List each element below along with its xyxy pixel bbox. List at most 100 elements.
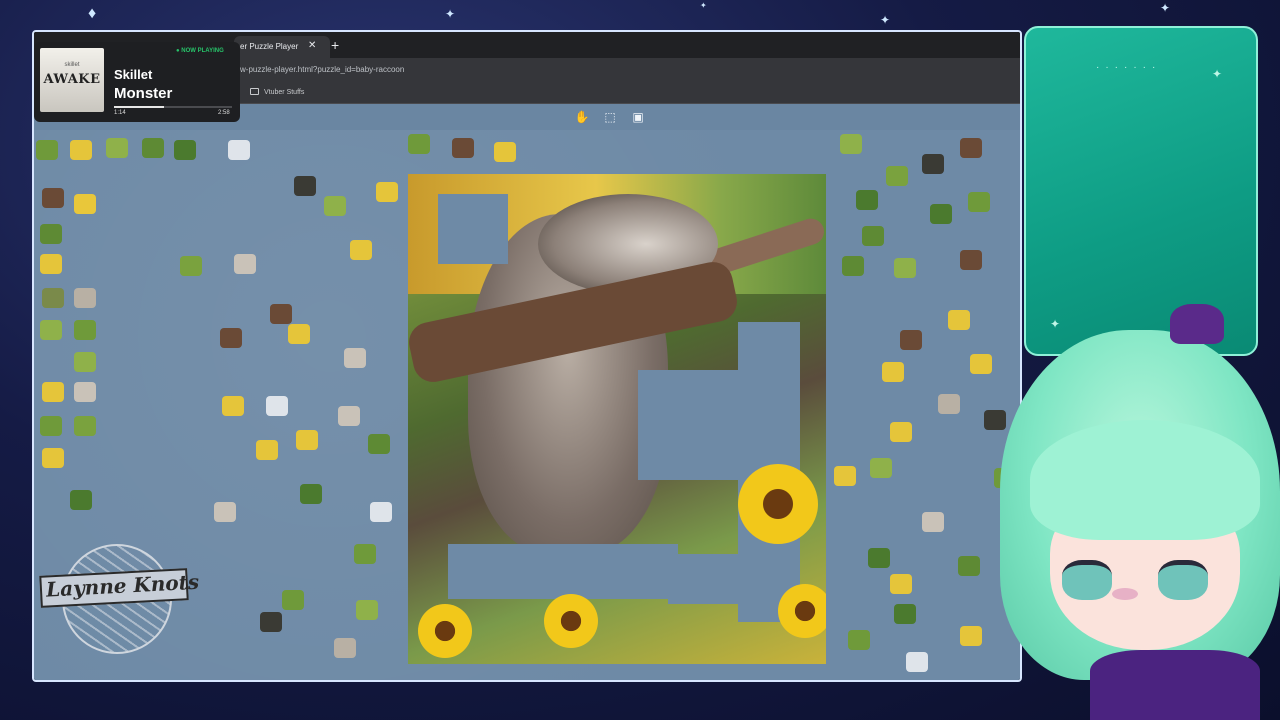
puzzle-piece[interactable] bbox=[36, 140, 58, 160]
puzzle-piece[interactable] bbox=[222, 396, 244, 416]
puzzle-piece[interactable] bbox=[42, 448, 64, 468]
puzzle-piece[interactable] bbox=[894, 258, 916, 278]
puzzle-piece[interactable] bbox=[938, 394, 960, 414]
puzzle-piece[interactable] bbox=[494, 142, 516, 162]
puzzle-piece[interactable] bbox=[70, 490, 92, 510]
flower-image bbox=[418, 604, 472, 658]
puzzle-piece[interactable] bbox=[900, 330, 922, 350]
puzzle-piece[interactable] bbox=[260, 612, 282, 632]
puzzle-piece[interactable] bbox=[74, 416, 96, 436]
playback-progress-bar bbox=[114, 106, 232, 108]
puzzle-piece[interactable] bbox=[70, 140, 92, 160]
puzzle-piece[interactable] bbox=[922, 512, 944, 532]
puzzle-board[interactable] bbox=[408, 174, 826, 664]
puzzle-piece[interactable] bbox=[960, 250, 982, 270]
puzzle-piece[interactable] bbox=[294, 176, 316, 196]
now-playing-badge: ● NOW PLAYING bbox=[176, 48, 224, 54]
album-band-text: skillet bbox=[64, 62, 80, 68]
puzzle-piece[interactable] bbox=[882, 362, 904, 382]
puzzle-piece[interactable] bbox=[890, 574, 912, 594]
sparkle-icon: ♦ bbox=[88, 5, 97, 22]
puzzle-piece[interactable] bbox=[842, 256, 864, 276]
empty-slot bbox=[668, 554, 748, 604]
empty-slot bbox=[638, 370, 742, 480]
album-cover: skillet AWAKE bbox=[40, 48, 104, 112]
puzzle-piece[interactable] bbox=[886, 166, 908, 186]
puzzle-piece[interactable] bbox=[862, 226, 884, 246]
puzzle-piece[interactable] bbox=[142, 138, 164, 158]
current-time: 1:14 bbox=[114, 110, 126, 116]
puzzle-piece[interactable] bbox=[74, 352, 96, 372]
puzzle-piece[interactable] bbox=[266, 396, 288, 416]
puzzle-piece[interactable] bbox=[984, 410, 1006, 430]
puzzle-piece[interactable] bbox=[174, 140, 196, 160]
puzzle-piece[interactable] bbox=[894, 604, 916, 624]
puzzle-piece[interactable] bbox=[870, 458, 892, 478]
puzzle-piece[interactable] bbox=[74, 194, 96, 214]
album-title-text: AWAKE bbox=[43, 72, 101, 87]
puzzle-piece[interactable] bbox=[74, 288, 96, 308]
puzzle-piece[interactable] bbox=[74, 320, 96, 340]
puzzle-piece[interactable] bbox=[370, 502, 392, 522]
bookmark-vtuber-stuffs[interactable]: Vtuber Stuffs bbox=[250, 87, 304, 99]
flower-image bbox=[778, 584, 826, 638]
puzzle-piece[interactable] bbox=[344, 348, 366, 368]
puzzle-piece[interactable] bbox=[40, 320, 62, 340]
select-icon[interactable]: ⬚ bbox=[602, 109, 618, 125]
puzzle-piece[interactable] bbox=[834, 466, 856, 486]
puzzle-piece[interactable] bbox=[356, 600, 378, 620]
puzzle-piece[interactable] bbox=[42, 188, 64, 208]
puzzle-piece[interactable] bbox=[288, 324, 310, 344]
url-field[interactable]: w-puzzle-player.html?puzzle_id=baby-racc… bbox=[240, 62, 640, 78]
puzzle-piece[interactable] bbox=[42, 382, 64, 402]
puzzle-piece[interactable] bbox=[408, 134, 430, 154]
sparkle-icon: ✦ bbox=[1212, 67, 1223, 81]
puzzle-piece[interactable] bbox=[256, 440, 278, 460]
puzzle-piece[interactable] bbox=[970, 354, 992, 374]
puzzle-piece[interactable] bbox=[270, 304, 292, 324]
puzzle-piece[interactable] bbox=[960, 138, 982, 158]
puzzle-piece[interactable] bbox=[868, 548, 890, 568]
hand-icon[interactable]: ✋ bbox=[574, 109, 590, 125]
avatar-eye-left bbox=[1062, 560, 1112, 600]
puzzle-piece[interactable] bbox=[338, 406, 360, 426]
puzzle-piece[interactable] bbox=[296, 430, 318, 450]
puzzle-piece[interactable] bbox=[350, 240, 372, 260]
puzzle-piece[interactable] bbox=[214, 502, 236, 522]
puzzle-piece[interactable] bbox=[922, 154, 944, 174]
puzzle-piece[interactable] bbox=[324, 196, 346, 216]
puzzle-piece[interactable] bbox=[282, 590, 304, 610]
puzzle-piece[interactable] bbox=[848, 630, 870, 650]
puzzle-piece[interactable] bbox=[958, 556, 980, 576]
puzzle-piece[interactable] bbox=[968, 192, 990, 212]
puzzle-piece[interactable] bbox=[220, 328, 242, 348]
puzzle-piece[interactable] bbox=[354, 544, 376, 564]
puzzle-piece[interactable] bbox=[180, 256, 202, 276]
puzzle-piece[interactable] bbox=[106, 138, 128, 158]
new-tab-icon[interactable]: + bbox=[331, 37, 339, 53]
total-time: 2:58 bbox=[218, 110, 230, 116]
puzzle-piece[interactable] bbox=[452, 138, 474, 158]
close-tab-icon[interactable]: ✕ bbox=[308, 40, 316, 51]
puzzle-piece[interactable] bbox=[42, 288, 64, 308]
puzzle-piece[interactable] bbox=[890, 422, 912, 442]
puzzle-piece[interactable] bbox=[368, 434, 390, 454]
puzzle-piece[interactable] bbox=[234, 254, 256, 274]
puzzle-piece[interactable] bbox=[856, 190, 878, 210]
puzzle-piece[interactable] bbox=[74, 382, 96, 402]
puzzle-piece[interactable] bbox=[376, 182, 398, 202]
sparkle-icon: ✦ bbox=[880, 13, 891, 27]
puzzle-piece[interactable] bbox=[960, 626, 982, 646]
puzzle-piece[interactable] bbox=[40, 224, 62, 244]
artist-name: Skillet bbox=[114, 67, 153, 82]
puzzle-piece[interactable] bbox=[840, 134, 862, 154]
puzzle-piece[interactable] bbox=[40, 416, 62, 436]
puzzle-piece[interactable] bbox=[228, 140, 250, 160]
puzzle-piece[interactable] bbox=[40, 254, 62, 274]
puzzle-piece[interactable] bbox=[300, 484, 322, 504]
puzzle-piece[interactable] bbox=[948, 310, 970, 330]
puzzle-piece[interactable] bbox=[334, 638, 356, 658]
puzzle-piece[interactable] bbox=[930, 204, 952, 224]
puzzle-piece[interactable] bbox=[906, 652, 928, 672]
image-icon[interactable]: ▣ bbox=[630, 109, 646, 125]
